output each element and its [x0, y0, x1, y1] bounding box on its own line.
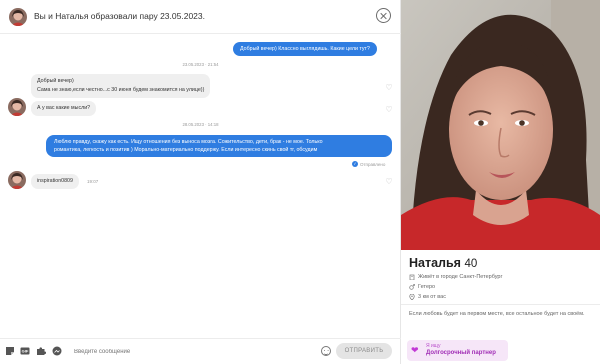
- message-text: А у вас какие мысли?: [37, 105, 91, 111]
- message-incoming: А у вас какие мысли?: [31, 101, 97, 116]
- profile-orientation: Гетеро: [409, 284, 435, 290]
- profile-city: Живёт в городе Санкт-Петербург: [409, 274, 503, 280]
- image-icon[interactable]: [52, 346, 62, 356]
- profile-panel: Наталья 40 Живёт в городе Санкт-Петербур…: [401, 0, 600, 364]
- date-separator: 28.05.2023 · 14:18: [182, 122, 219, 127]
- profile-city-text: Живёт в городе Санкт-Петербург: [418, 274, 503, 280]
- profile-distance-text: 3 км от вас: [418, 294, 446, 300]
- avatar[interactable]: [8, 171, 26, 189]
- gender-icon: [409, 284, 415, 290]
- avatar[interactable]: [8, 98, 26, 116]
- message-text: Добрый вечер): [37, 78, 74, 84]
- chat-panel: Вы и Наталья образовали пару 23.05.2023.…: [0, 0, 401, 364]
- close-icon[interactable]: [376, 8, 391, 23]
- goal-badge: ❤ Я ищу Долгосрочный партнер: [407, 340, 508, 361]
- emoji-icon[interactable]: [321, 346, 331, 356]
- profile-photo[interactable]: [401, 0, 600, 250]
- message-outgoing: Добрый вечер) Классно выглядишь. Какие ц…: [233, 42, 377, 57]
- message-text: inspiration0809: [37, 178, 73, 184]
- message-text: Добрый вечер) Классно выглядишь. Какие ц…: [240, 46, 370, 52]
- message-input[interactable]: [74, 347, 304, 357]
- sent-status: ✓ Отправлено: [352, 161, 385, 167]
- match-title: Вы и Наталья образовали пару 23.05.2023.: [34, 11, 205, 21]
- goal-heading: Я ищу: [426, 343, 441, 349]
- profile-orientation-text: Гетеро: [418, 284, 436, 290]
- heart-icon[interactable]: ♡: [385, 106, 393, 114]
- sticker-icon[interactable]: [5, 346, 15, 356]
- heart-icon[interactable]: ♡: [385, 84, 393, 92]
- profile-name-text: Наталья: [409, 256, 461, 270]
- message-outgoing: Люблю правду, скажу как есть. Ищу отноше…: [46, 135, 392, 158]
- location-pin-icon: [409, 294, 415, 300]
- message-time: 19:07: [87, 179, 99, 184]
- profile-distance: 3 км от вас: [409, 294, 446, 300]
- check-icon: ✓: [352, 161, 358, 167]
- profile-name: Наталья 40: [409, 256, 477, 270]
- sent-status-label: Отправлено: [360, 161, 386, 167]
- heart-icon[interactable]: ♡: [385, 178, 393, 186]
- message-incoming: inspiration0809: [31, 174, 79, 189]
- profile-age: 40: [464, 258, 478, 270]
- divider: [401, 304, 600, 305]
- message-text: романтика, легкость и позитив ) Морально…: [54, 147, 318, 154]
- hearts-icon: ❤: [411, 345, 419, 355]
- message-incoming: Добрый вечер) Сама не знаю,если честно..…: [31, 74, 211, 98]
- profile-about: Если любовь будет на первом месте, все о…: [409, 311, 585, 317]
- building-icon: [409, 274, 415, 280]
- send-button[interactable]: ОТПРАВИТЬ: [336, 343, 392, 359]
- date-separator: 23.05.2023 · 21:54: [182, 62, 219, 67]
- svg-text:GIF: GIF: [22, 349, 29, 354]
- avatar[interactable]: [9, 8, 27, 26]
- goal-value: Долгосрочный партнер: [426, 350, 496, 356]
- message-text: Сама не знаю,если честно...с 30 июня буд…: [37, 87, 205, 93]
- chat-header: Вы и Наталья образовали пару 23.05.2023.: [0, 0, 401, 34]
- puzzle-icon[interactable]: [36, 346, 46, 356]
- gif-icon[interactable]: GIF: [20, 346, 30, 356]
- message-text: Люблю правду, скажу как есть. Ищу отноше…: [54, 139, 323, 145]
